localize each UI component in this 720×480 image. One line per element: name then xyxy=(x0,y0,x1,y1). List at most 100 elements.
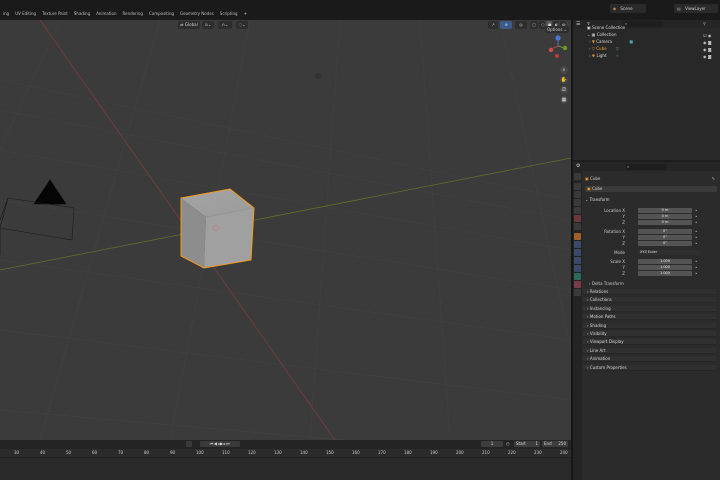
panel-visibility[interactable]: › Visibility xyxy=(583,331,716,337)
keyframe-dot-icon[interactable]: • xyxy=(695,220,697,225)
transform-panel-header[interactable]: ⌄ Transform xyxy=(585,197,717,203)
panel-line-art[interactable]: › Line Art xyxy=(583,347,716,354)
xray-toggle[interactable]: ▢ xyxy=(530,21,538,29)
outliner-search-input[interactable]: ⌕ xyxy=(623,21,663,27)
proportional-editing-toggle[interactable]: ◌⌄ xyxy=(236,21,248,29)
view-layer-selector[interactable]: ▤ ViewLayer xyxy=(674,4,718,13)
keyframe-dot-icon[interactable]: • xyxy=(695,271,697,276)
keyframe-dot-icon[interactable]: • xyxy=(695,229,697,234)
timeline-body[interactable] xyxy=(0,457,571,480)
outliner-row-scene-collection[interactable]: ▣ Scene Collection xyxy=(587,25,625,30)
outliner-row-light[interactable]: › ✺ Light ✧ xyxy=(589,53,619,58)
outliner-funnel-icon[interactable]: ⚲ xyxy=(703,21,706,26)
snapping-toggle[interactable]: ∩⌄ xyxy=(218,21,232,29)
panel-custom-properties[interactable]: › Custom Properties xyxy=(583,364,716,371)
tab-animation[interactable]: Animation xyxy=(93,9,119,18)
keyframe-dot-icon[interactable]: • xyxy=(695,265,697,270)
visibility-dropdown[interactable]: ↗ xyxy=(488,21,498,29)
view-layer-tab-icon[interactable] xyxy=(574,199,581,206)
viewport-canvas[interactable] xyxy=(0,20,571,440)
keyframe-dot-icon[interactable]: • xyxy=(695,208,697,213)
expand-arrow-icon[interactable]: › xyxy=(589,39,591,44)
perspective-toggle-icon[interactable]: ▦ xyxy=(560,96,568,104)
camera-render-icon[interactable]: ◙ xyxy=(708,47,712,52)
auto-keying-icon[interactable] xyxy=(186,441,192,447)
object-tab-icon[interactable] xyxy=(574,233,581,240)
z-axis-icon[interactable] xyxy=(555,35,561,41)
scale-z-field[interactable]: 1.000 xyxy=(638,271,692,276)
properties-search-input[interactable]: ⌕ xyxy=(625,164,667,170)
eye-icon[interactable]: ◉ xyxy=(703,47,707,52)
end-frame-field[interactable]: End 250 xyxy=(542,441,568,447)
navigation-gizmo[interactable] xyxy=(548,34,570,60)
neg-x-axis-icon[interactable] xyxy=(555,54,559,58)
rotation-mode-dropdown[interactable]: XYZ Euler xyxy=(638,250,700,255)
playback-controls[interactable]: ⏮◀◂▶▸⏭ xyxy=(200,441,240,447)
tool-tab-icon[interactable] xyxy=(574,173,581,180)
scene-selector[interactable]: ◆ Scene xyxy=(610,4,646,13)
tab-uv-editing[interactable]: UV Editing xyxy=(12,9,39,18)
exclude-checkbox-icon[interactable]: ☑ xyxy=(703,33,707,38)
tab-geometry-nodes[interactable]: Geometry Nodes xyxy=(177,9,217,18)
panel-collections[interactable]: › Collections xyxy=(583,297,716,304)
overlays-toggle[interactable]: ◎ xyxy=(515,21,527,29)
location-y-field[interactable]: 0 m xyxy=(638,214,692,219)
light-object[interactable] xyxy=(315,73,321,79)
panel-viewport-display[interactable]: › Viewport Display xyxy=(583,339,716,346)
zoom-icon[interactable]: ⌕ xyxy=(560,66,568,74)
collection-tab-icon[interactable] xyxy=(574,223,581,230)
pivot-point-dropdown[interactable]: ⊙⌄ xyxy=(202,21,214,29)
properties-editor-icon[interactable]: ⚙ xyxy=(576,163,580,169)
panel-shading[interactable]: › Shading xyxy=(583,322,716,329)
tab-compositing[interactable]: Compositing xyxy=(146,9,177,18)
panel-animation[interactable]: › Animation xyxy=(583,356,716,363)
physics-tab-icon[interactable] xyxy=(574,257,581,264)
object-name-field[interactable]: ▣ Cube xyxy=(585,186,717,192)
properties-editor[interactable]: ⚙ ⌕ ▣ Cube ✎ ▣ Cube ⌄ Transform Location… xyxy=(573,162,720,480)
camera-render-icon[interactable]: ◙ xyxy=(708,54,712,59)
outliner-row-camera[interactable]: › ▼ Camera ■ xyxy=(589,39,633,44)
tab-shading[interactable]: Shading xyxy=(71,9,93,18)
rotation-x-field[interactable]: 0° xyxy=(638,229,692,234)
scene-tab-icon[interactable] xyxy=(574,207,581,214)
panel-motion-paths[interactable]: › Motion Paths xyxy=(583,314,716,321)
modifiers-tab-icon[interactable] xyxy=(574,241,581,248)
scale-x-field[interactable]: 1.000 xyxy=(638,259,692,264)
delta-transform-subpanel[interactable]: › Delta Transform xyxy=(589,281,715,287)
options-dropdown[interactable]: Options ⌄ xyxy=(545,26,569,33)
eye-icon[interactable]: ◉ xyxy=(703,54,707,59)
panel-instancing[interactable]: › Instancing xyxy=(583,305,716,312)
scale-y-field[interactable]: 1.000 xyxy=(638,265,692,270)
timeline-editor[interactable]: ⏮◀◂▶▸⏭ 1 ◷ Start 1 End 250 30 40 50 60 70 80 9… xyxy=(0,440,594,480)
outliner-row-collection[interactable]: ⌄ ▦ Collection xyxy=(587,32,617,37)
keyframe-dot-icon[interactable]: • xyxy=(695,214,697,219)
data-tab-icon[interactable] xyxy=(574,273,581,280)
output-tab-icon[interactable] xyxy=(574,191,581,198)
pan-hand-icon[interactable]: ✋ xyxy=(560,76,568,84)
x-axis-icon[interactable] xyxy=(548,47,554,53)
add-workspace-button[interactable]: + xyxy=(241,9,250,18)
tab-layout[interactable]: ing xyxy=(0,9,12,18)
tab-rendering[interactable]: Rendering xyxy=(120,9,146,18)
panel-relations[interactable]: › Relations xyxy=(583,289,716,295)
pin-icon[interactable]: ✎ xyxy=(712,176,715,182)
frame-ruler[interactable]: 30 40 50 60 70 80 90 100 110 120 130 140 150 160 170 18… xyxy=(0,449,594,457)
outliner-row-cube[interactable]: › ▽ Cube ▽ xyxy=(589,46,619,51)
transform-orientation-dropdown[interactable]: ⇄ Global xyxy=(178,21,200,29)
3d-viewport[interactable]: ⇄ Global ⊙⌄ ∩⌄ ◌⌄ ↗ ⊕ ◎ ▢ ○ ● ◐ ◍ Option… xyxy=(0,20,571,440)
jump-end-icon[interactable]: ⏭ xyxy=(226,441,230,446)
camera-render-icon[interactable]: ◙ xyxy=(708,40,712,45)
collapse-arrow-icon[interactable]: ⌄ xyxy=(587,32,590,37)
keyframe-dot-icon[interactable]: • xyxy=(695,235,697,240)
eye-icon[interactable]: ◉ xyxy=(708,33,712,38)
camera-view-icon[interactable]: ⎚ xyxy=(560,86,568,94)
eye-icon[interactable]: ◉ xyxy=(703,40,707,45)
outliner[interactable]: ☰ ⊽ ⌕ ⚲ ▣ Scene Collection ⌄ ▦ Collectio… xyxy=(573,20,720,160)
rotation-y-field[interactable]: 0° xyxy=(638,235,692,240)
current-frame-field[interactable]: 1 xyxy=(481,441,503,447)
gizmo-toggle[interactable]: ⊕ xyxy=(500,21,512,29)
cube-object[interactable] xyxy=(180,188,255,269)
keyframe-dot-icon[interactable]: • xyxy=(695,241,697,246)
keyframe-dot-icon[interactable]: • xyxy=(695,259,697,264)
expand-arrow-icon[interactable]: › xyxy=(589,46,591,51)
